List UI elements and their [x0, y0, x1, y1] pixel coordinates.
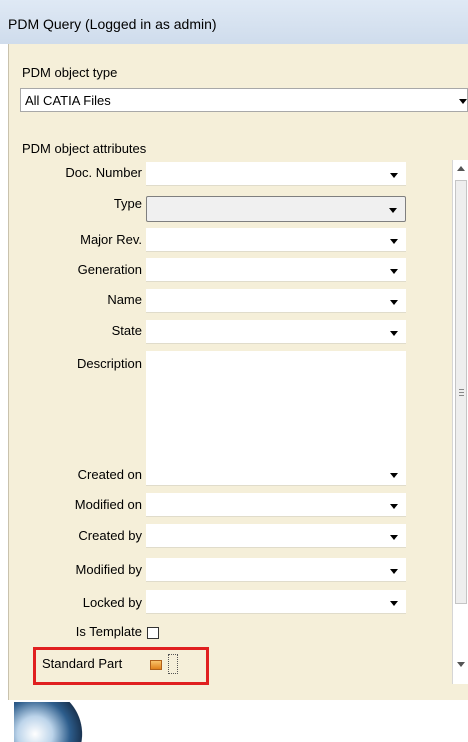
grip-icon — [459, 389, 464, 390]
created-by-label: Created by — [78, 528, 142, 543]
object-type-select[interactable]: All CATIA Files — [20, 88, 468, 112]
chevron-down-icon[interactable] — [390, 239, 398, 244]
chevron-down-icon[interactable] — [390, 535, 398, 540]
locked-by-field[interactable] — [146, 590, 406, 614]
state-label: State — [111, 323, 142, 338]
window-title: PDM Query (Logged in as admin) — [8, 16, 217, 32]
modified-on-label: Modified on — [74, 497, 142, 512]
chevron-down-icon[interactable] — [390, 473, 398, 478]
major-rev-label: Major Rev. — [80, 232, 142, 247]
standard-part-highlight — [33, 647, 209, 685]
type-label: Type — [113, 196, 142, 211]
chevron-down-icon[interactable] — [390, 269, 398, 274]
catia-logo-icon — [14, 702, 84, 742]
state-field[interactable] — [146, 320, 406, 344]
scrollbar-thumb[interactable] — [455, 180, 467, 604]
title-bar: PDM Query (Logged in as admin) — [0, 0, 468, 44]
chevron-down-icon[interactable] — [390, 601, 398, 606]
chevron-down-icon[interactable] — [390, 504, 398, 509]
generation-label: Generation — [77, 262, 142, 277]
chevron-down-icon[interactable] — [459, 99, 467, 104]
chevron-down-icon[interactable] — [390, 569, 398, 574]
scroll-up-icon[interactable] — [457, 166, 465, 171]
chevron-down-icon[interactable] — [390, 173, 398, 178]
major-rev-field[interactable] — [146, 228, 406, 252]
is-template-checkbox[interactable] — [147, 627, 159, 639]
vertical-scrollbar[interactable] — [452, 160, 468, 684]
chevron-down-icon[interactable] — [390, 300, 398, 305]
description-label: Description — [76, 356, 142, 371]
type-select[interactable] — [146, 196, 406, 222]
created-on-label: Created on — [77, 467, 142, 482]
modified-on-field[interactable] — [146, 493, 406, 517]
generation-field[interactable] — [146, 258, 406, 282]
chevron-down-icon[interactable] — [389, 208, 397, 213]
created-on-field[interactable] — [146, 462, 406, 486]
object-type-value: All CATIA Files — [25, 93, 111, 108]
description-textarea[interactable] — [146, 351, 406, 463]
scroll-down-icon[interactable] — [457, 662, 465, 667]
name-label: Name — [107, 292, 142, 307]
chevron-down-icon[interactable] — [390, 331, 398, 336]
name-field[interactable] — [146, 289, 406, 313]
created-by-field[interactable] — [146, 524, 406, 548]
locked-by-label: Locked by — [82, 595, 142, 610]
doc-number-field[interactable] — [146, 162, 406, 186]
object-type-label: PDM object type — [22, 65, 118, 80]
modified-by-field[interactable] — [146, 558, 406, 582]
attributes-label: PDM object attributes — [22, 141, 147, 156]
modified-by-label: Modified by — [75, 562, 142, 577]
doc-number-label: Doc. Number — [65, 165, 142, 180]
is-template-label: Is Template — [75, 624, 142, 639]
